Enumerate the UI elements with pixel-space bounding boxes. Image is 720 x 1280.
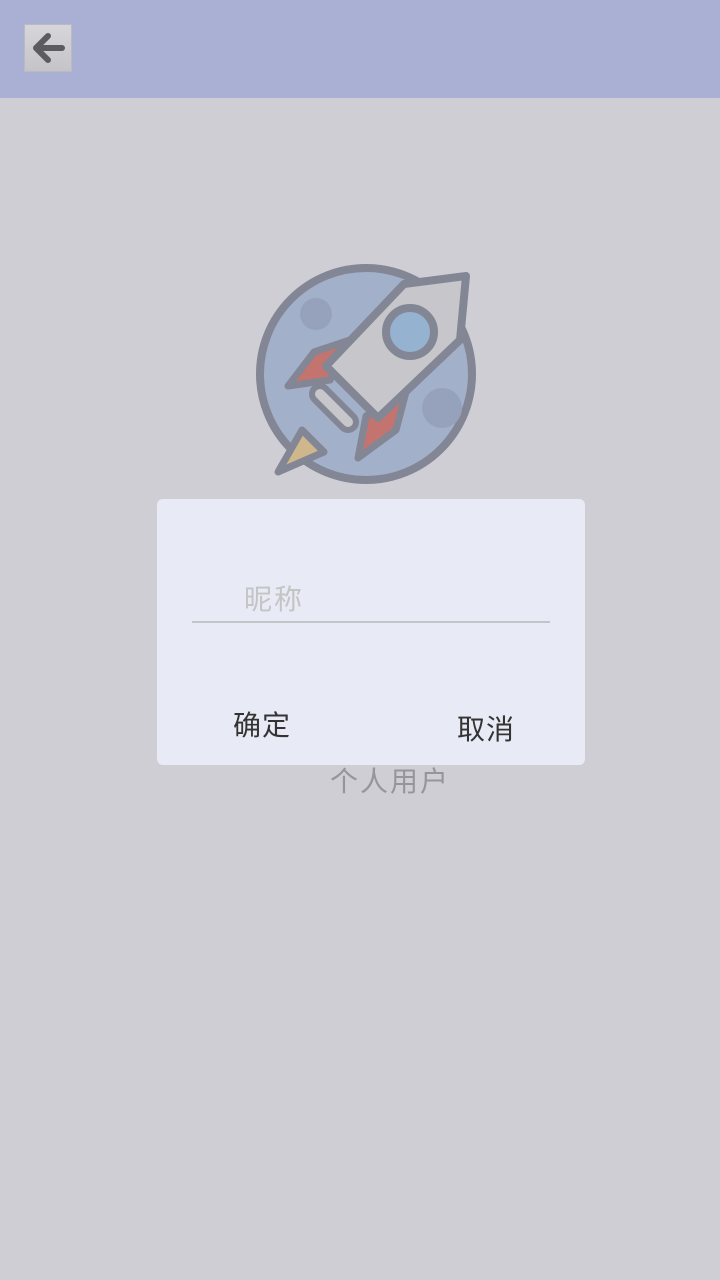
nickname-dialog: 确定 取消 <box>157 499 585 765</box>
cancel-button[interactable]: 取消 <box>457 708 515 748</box>
nickname-input[interactable] <box>192 579 550 623</box>
confirm-button[interactable]: 确定 <box>233 704 291 744</box>
screen: 个人用户 确定 取消 <box>0 0 720 1280</box>
